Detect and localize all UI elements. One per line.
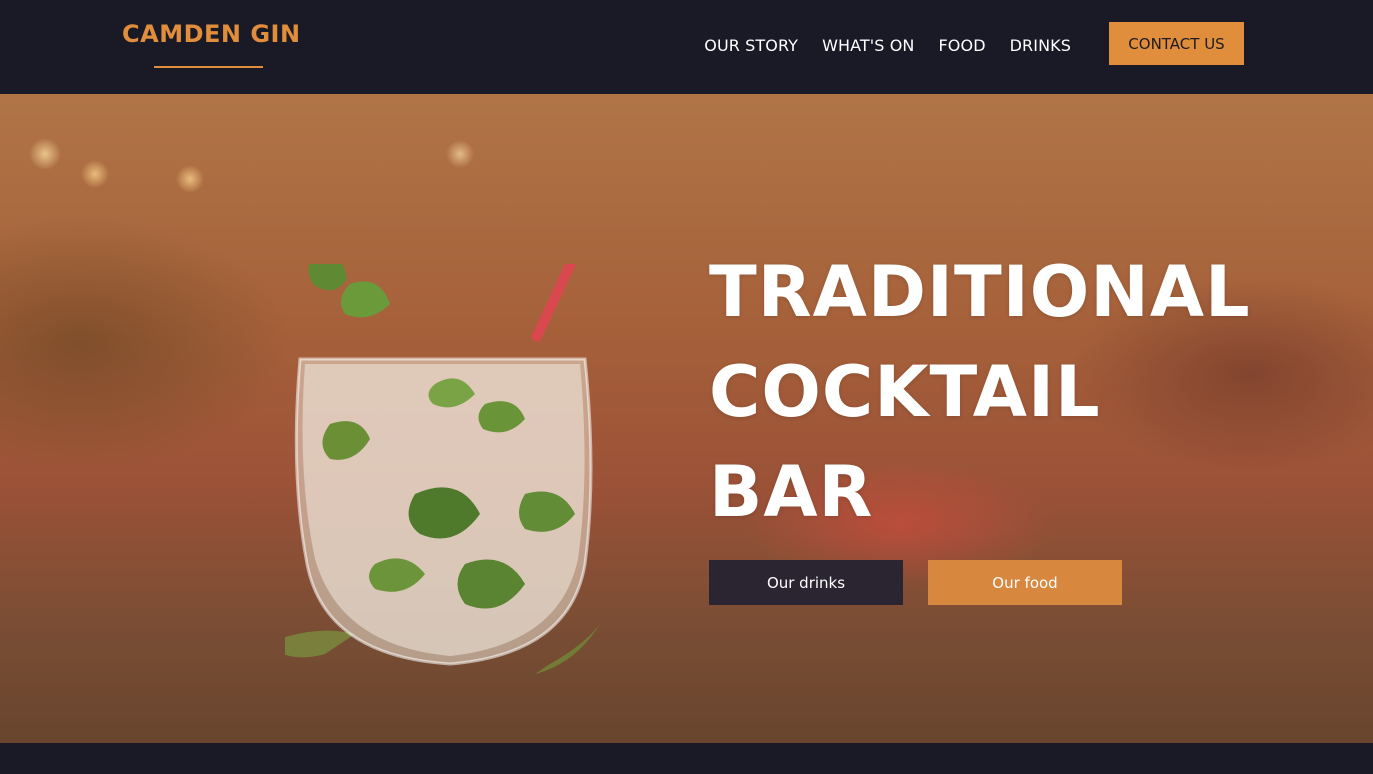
our-drinks-button[interactable]: Our drinks [709, 560, 903, 605]
hero-title-line: BAR [709, 451, 874, 533]
nav-drinks[interactable]: DRINKS [1010, 36, 1071, 55]
page-footer-strip [0, 743, 1373, 774]
contact-us-button[interactable]: CONTACT US [1109, 22, 1244, 65]
our-food-button[interactable]: Our food [928, 560, 1122, 605]
hero-title-line: TRADITIONAL [709, 251, 1251, 333]
nav-food[interactable]: FOOD [939, 36, 986, 55]
logo-link[interactable]: CAMDEN GIN [122, 20, 301, 48]
hero-title-line: COCKTAIL [709, 351, 1101, 433]
hero-section: TRADITIONAL COCKTAIL BAR Our drinks Our … [0, 94, 1373, 743]
hero-title: TRADITIONAL COCKTAIL BAR [709, 242, 1251, 542]
nav-whats-on[interactable]: WHAT'S ON [822, 36, 914, 55]
logo-underline [154, 66, 263, 68]
main-nav: OUR STORY WHAT'S ON FOOD DRINKS [704, 36, 1071, 55]
cocktail-image [285, 264, 600, 674]
nav-our-story[interactable]: OUR STORY [704, 36, 798, 55]
site-header: CAMDEN GIN OUR STORY WHAT'S ON FOOD DRIN… [0, 0, 1373, 94]
